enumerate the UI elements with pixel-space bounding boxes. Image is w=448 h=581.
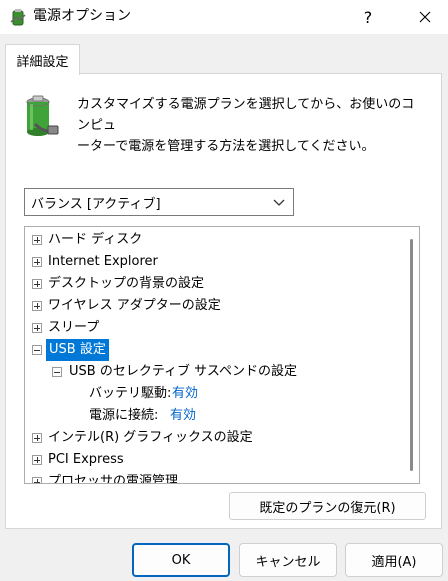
tree-item-pci-express[interactable]: PCI Express (25, 449, 405, 471)
advanced-settings-page: カスタマイズする電源プランを選択してから、お使いのコンピュ ーターで電源を管理す… (5, 73, 442, 529)
tree-item-sleep[interactable]: スリープ (25, 317, 405, 339)
setting-name-plugged-in: 電源に接続: (89, 408, 159, 423)
ok-button[interactable]: OK (132, 543, 230, 577)
expand-plus-icon[interactable] (32, 279, 42, 289)
apply-button[interactable]: 適用(A) (345, 543, 443, 577)
tree-item-internet-explorer[interactable]: Internet Explorer (25, 251, 405, 273)
tree-item-label: ハード ディスク (48, 232, 143, 247)
tree-item-label: プロセッサの電源管理 (48, 474, 179, 484)
tree-vertical-scrollbar[interactable] (405, 227, 419, 483)
tree-item-hard-disk[interactable]: ハード ディスク (25, 229, 405, 251)
power-options-dialog: 電源オプション ? 詳細設定 カスタマイズする電源プランを選択してから、お使いの… (0, 0, 448, 581)
settings-tree-items: ハード ディスク Internet Explorer デスクトップの背景の設定 … (25, 229, 405, 484)
setting-value-on-battery[interactable]: 有効 (172, 383, 198, 405)
tree-item-usb-selective-suspend[interactable]: USB のセレクティブ サスペンドの設定 (25, 361, 405, 383)
help-button[interactable]: ? (350, 0, 386, 34)
tree-item-label: スリープ (48, 320, 100, 335)
settings-tree[interactable]: ハード ディスク Internet Explorer デスクトップの背景の設定 … (24, 226, 420, 484)
title-bar: 電源オプション ? (0, 0, 448, 34)
close-icon (419, 8, 431, 27)
tree-item-processor-power[interactable]: プロセッサの電源管理 (25, 471, 405, 484)
close-button[interactable] (402, 0, 448, 34)
restore-defaults-button[interactable]: 既定のプランの復元(R) (229, 492, 426, 520)
tree-item-label: PCI Express (48, 452, 124, 467)
scrollbar-thumb[interactable] (410, 239, 413, 471)
power-plan-selected-value: バランス [アクティブ] (31, 196, 161, 212)
description-text: カスタマイズする電源プランを選択してから、お使いのコンピュ ーターで電源を管理す… (77, 97, 415, 154)
setting-name-on-battery: バッテリ駆動: (89, 386, 172, 401)
cancel-button[interactable]: キャンセル (239, 543, 337, 577)
tree-item-label: ワイヤレス アダプターの設定 (48, 298, 221, 313)
tree-item-usb-settings[interactable]: USB 設定 (25, 339, 405, 361)
collapse-minus-icon[interactable] (52, 367, 62, 377)
expand-plus-icon[interactable] (32, 323, 42, 333)
tree-item-label: USB のセレクティブ サスペンドの設定 (69, 364, 298, 379)
chevron-down-icon (273, 197, 285, 207)
power-plan-dropdown[interactable]: バランス [アクティブ] (24, 188, 294, 216)
expand-plus-icon[interactable] (32, 433, 42, 443)
collapse-minus-icon[interactable] (32, 345, 42, 355)
setting-value-plugged-in[interactable]: 有効 (170, 405, 196, 427)
tree-item-wireless-adapter[interactable]: ワイヤレス アダプターの設定 (25, 295, 405, 317)
tree-item-intel-graphics[interactable]: インテル(R) グラフィックスの設定 (25, 427, 405, 449)
tab-advanced-settings[interactable]: 詳細設定 (5, 44, 80, 75)
expand-plus-icon[interactable] (32, 235, 42, 245)
tree-item-label: Internet Explorer (48, 254, 158, 269)
expand-plus-icon[interactable] (32, 301, 42, 311)
expand-plus-icon[interactable] (32, 455, 42, 465)
expand-plus-icon[interactable] (32, 257, 42, 267)
tab-strip: 詳細設定 (0, 34, 448, 75)
tree-item-on-battery[interactable]: バッテリ駆動: 有効 (25, 383, 405, 405)
window-title: 電源オプション (33, 8, 131, 24)
expand-plus-icon[interactable] (32, 477, 42, 483)
power-options-icon (8, 7, 28, 27)
tree-item-label: インテル(R) グラフィックスの設定 (48, 430, 253, 445)
tree-item-label: デスクトップの背景の設定 (48, 276, 205, 291)
battery-plug-icon (21, 94, 61, 142)
tree-item-plugged-in[interactable]: 電源に接続: 有効 (25, 405, 405, 427)
tree-item-label-selected: USB 設定 (46, 339, 109, 361)
tree-item-desktop-background[interactable]: デスクトップの背景の設定 (25, 273, 405, 295)
